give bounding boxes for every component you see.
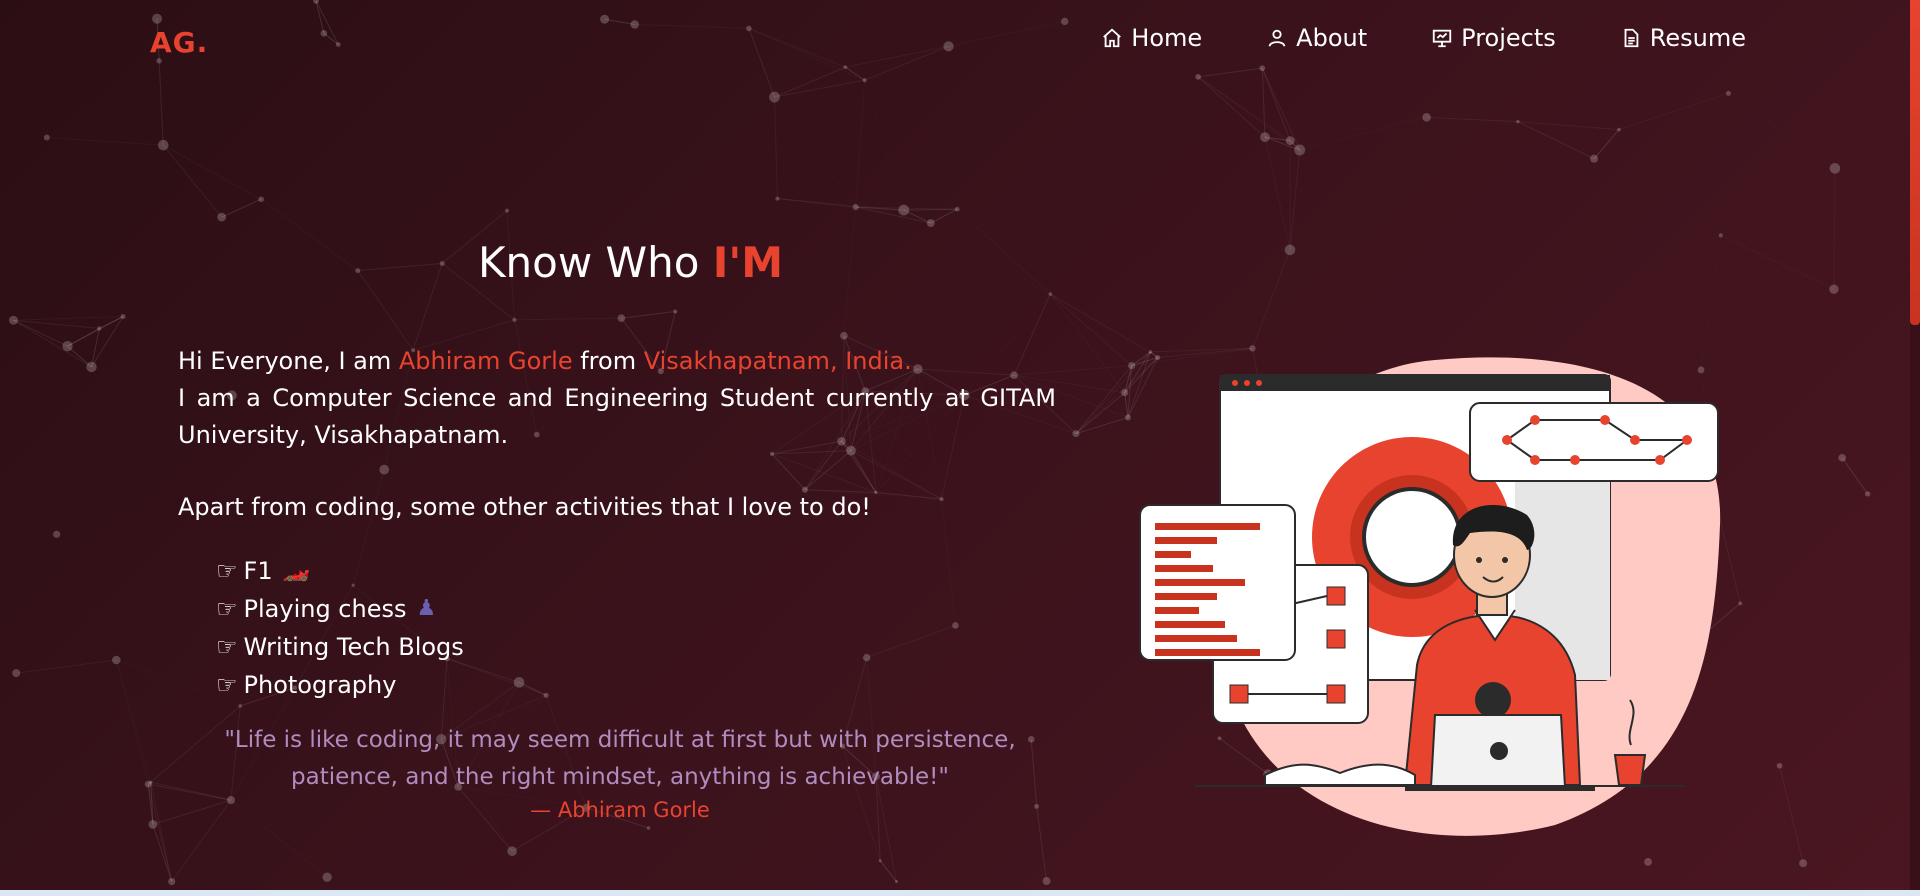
activity-label: Photography bbox=[243, 671, 397, 699]
activity-item: ☞ Writing Tech Blogs bbox=[216, 628, 464, 666]
developer-illustration bbox=[1139, 357, 1721, 836]
scrollbar-thumb[interactable] bbox=[1910, 0, 1920, 325]
intro-name: Abhiram Gorle bbox=[398, 347, 573, 375]
pointing-hand-icon: ☞ bbox=[216, 671, 238, 699]
page-title: Know Who I'M bbox=[478, 238, 783, 287]
nav-home-label: Home bbox=[1131, 24, 1203, 52]
title-accent: I'M bbox=[712, 238, 784, 287]
nav-resume[interactable]: Resume bbox=[1620, 24, 1746, 52]
nav-projects-label: Projects bbox=[1461, 24, 1556, 52]
nav-resume-label: Resume bbox=[1649, 24, 1746, 52]
nav-about-label: About bbox=[1296, 24, 1368, 52]
main-nav: Home About Projects Resume bbox=[1101, 24, 1746, 52]
nav-home[interactable]: Home bbox=[1101, 24, 1202, 52]
pointing-hand-icon: ☞ bbox=[216, 595, 238, 623]
activities-list: ☞ F1 🏎️ ☞ Playing chess ♟ ☞ Writing Tech… bbox=[216, 552, 464, 704]
quote-text: "Life is like coding, it may seem diffic… bbox=[224, 727, 1016, 790]
home-icon bbox=[1103, 28, 1122, 48]
pointing-hand-icon: ☞ bbox=[216, 633, 238, 661]
title-prefix: Know Who bbox=[478, 238, 713, 287]
activity-item: ☞ Playing chess ♟ bbox=[216, 590, 464, 628]
quote-author: — Abhiram Gorle bbox=[530, 798, 710, 822]
user-icon bbox=[1268, 29, 1286, 47]
activity-label: Writing Tech Blogs bbox=[243, 633, 464, 661]
page-bottom-edge bbox=[0, 890, 1920, 896]
race-car-icon: 🏎️ bbox=[282, 558, 310, 583]
activity-label: F1 bbox=[243, 557, 273, 585]
presentation-icon bbox=[1432, 29, 1452, 48]
document-icon bbox=[1624, 28, 1639, 48]
activities-intro: Apart from coding, some other activities… bbox=[178, 493, 871, 521]
activity-label: Playing chess bbox=[243, 595, 407, 623]
intro-greeting: Hi Everyone, I am bbox=[178, 347, 399, 375]
nav-about[interactable]: About bbox=[1266, 24, 1367, 52]
intro-from: from bbox=[572, 347, 644, 375]
chess-pawn-icon: ♟ bbox=[416, 596, 437, 621]
activity-item: ☞ F1 🏎️ bbox=[216, 552, 464, 590]
pointing-hand-icon: ☞ bbox=[216, 557, 238, 585]
intro-education: I am a Computer Science and Engineering … bbox=[178, 384, 1056, 449]
scrollbar[interactable] bbox=[1910, 0, 1920, 890]
site-logo[interactable]: AG. bbox=[150, 26, 208, 59]
intro-paragraph: Hi Everyone, I am Abhiram Gorle from Vis… bbox=[178, 343, 1056, 454]
nav-projects[interactable]: Projects bbox=[1431, 24, 1556, 52]
intro-location: Visakhapatnam, India. bbox=[643, 347, 912, 375]
activity-item: ☞ Photography bbox=[216, 666, 464, 704]
